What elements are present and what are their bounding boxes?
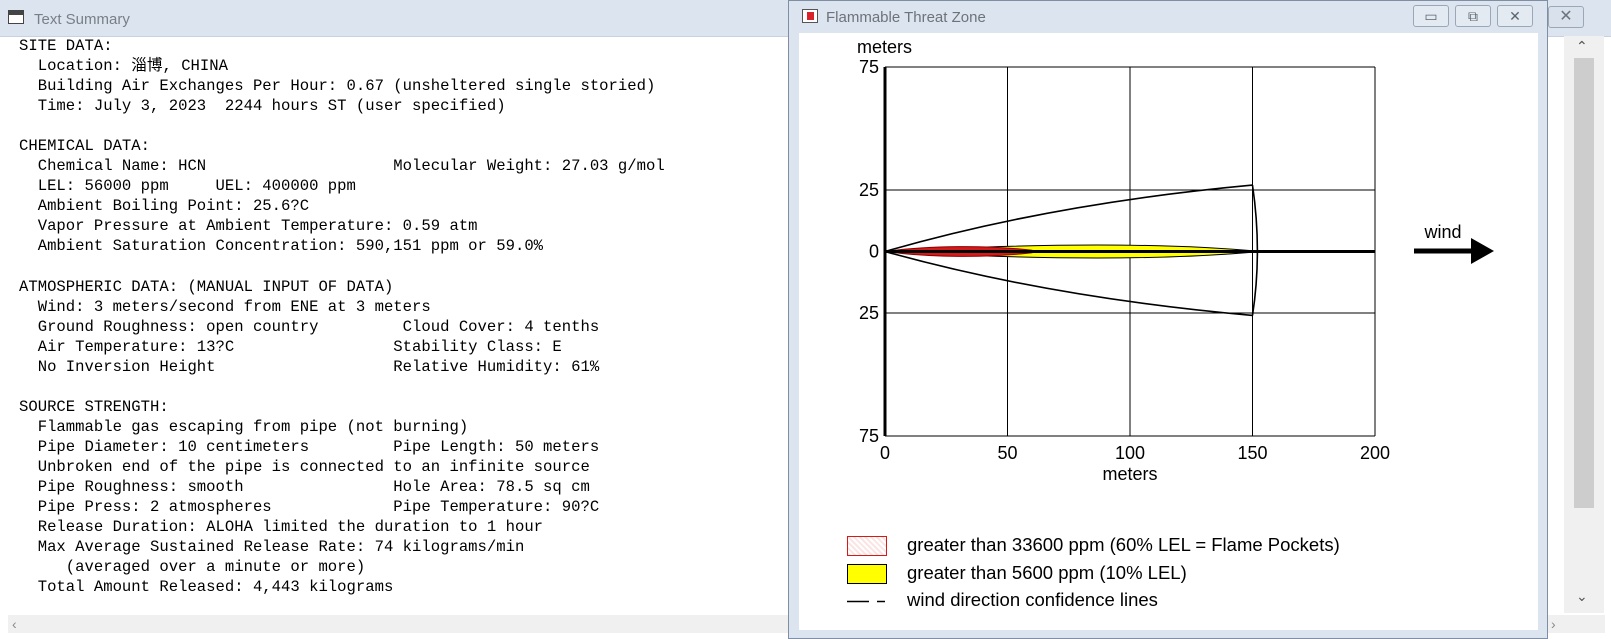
y-tick-label: 75 [859, 57, 879, 77]
summary-line: Chemical Name: HCN Molecular Weight: 27.… [19, 157, 665, 176]
scroll-right-icon[interactable]: › [1551, 615, 1556, 633]
summary-line: Location: 淄博, CHINA [19, 57, 228, 76]
maximize-button[interactable]: ⧉ [1455, 5, 1491, 27]
summary-line: LEL: 56000 ppm UEL: 400000 ppm [19, 177, 356, 196]
summary-line: (averaged over a minute or more) [19, 558, 366, 577]
summary-line: Total Amount Released: 4,443 kilograms [19, 578, 394, 597]
summary-line: Air Temperature: 13?C Stability Class: E [19, 337, 562, 356]
window-title: Flammable Threat Zone [826, 9, 986, 26]
summary-text: SITE DATA: Location: 淄博, CHINA Building … [19, 36, 665, 597]
summary-line: Flammable gas escaping from pipe (not bu… [19, 417, 469, 436]
x-tick-label: 150 [1237, 443, 1267, 463]
summary-line: Max Average Sustained Release Rate: 74 k… [19, 538, 525, 557]
threat-zone-titlebar[interactable]: Flammable Threat Zone ▭ ⧉ ✕ [789, 1, 1547, 33]
summary-line: Building Air Exchanges Per Hour: 0.67 (u… [19, 77, 656, 96]
scroll-thumb[interactable] [1574, 58, 1594, 508]
close-button[interactable]: ✕ [1497, 5, 1533, 27]
summary-line: CHEMICAL DATA: [19, 137, 151, 156]
x-tick-label: 100 [1115, 443, 1145, 463]
summary-line: Ambient Saturation Concentration: 590,15… [19, 237, 544, 256]
summary-line: Ambient Boiling Point: 25.6?C [19, 197, 310, 216]
summary-line: Pipe Press: 2 atmospheres Pipe Temperatu… [19, 498, 600, 517]
summary-line: Release Duration: ALOHA limited the dura… [19, 518, 544, 537]
flammable-threat-zone-window: Flammable Threat Zone ▭ ⧉ ✕ 0 50 100 150 200… [788, 0, 1548, 639]
legend-swatch-yellow [847, 564, 887, 584]
confidence-line-lower [884, 250, 1253, 317]
summary-line: No Inversion Height Relative Humidity: 6… [19, 357, 600, 376]
window-icon [8, 10, 24, 24]
x-tick-label: 0 [880, 443, 890, 463]
summary-line: Ground Roughness: open country Cloud Cov… [19, 317, 600, 336]
y-tick-label: 25 [859, 303, 879, 323]
scroll-left-icon[interactable]: ‹ [12, 615, 17, 633]
threat-zone-plot-area: 0 50 100 150 200 75 25 0 25 75 meters meters wind gr… [799, 33, 1538, 630]
y-tick-label: 75 [859, 426, 879, 446]
vertical-scrollbar[interactable]: ⌃ ⌄ [1564, 36, 1604, 613]
legend-swatch-red [847, 536, 887, 556]
summary-line: Time: July 3, 2023 2244 hours ST (user s… [19, 97, 506, 116]
legend-label: greater than 5600 ppm (10% LEL) [907, 562, 1187, 583]
x-tick-label: 200 [1360, 443, 1390, 463]
wind-label: wind [1423, 222, 1461, 242]
y-axis-title: meters [857, 37, 912, 57]
minimize-button[interactable]: ▭ [1413, 5, 1449, 27]
scroll-up-icon[interactable]: ⌃ [1576, 38, 1588, 55]
summary-line: Vapor Pressure at Ambient Temperature: 0… [19, 217, 478, 236]
close-button[interactable]: ✕ [1548, 6, 1584, 28]
confidence-line-upper [884, 184, 1253, 253]
legend-swatch-dash [847, 600, 885, 603]
wind-arrow-icon [1471, 238, 1494, 264]
summary-line: SOURCE STRENGTH: [19, 397, 169, 416]
y-tick-label: 0 [869, 242, 879, 262]
legend-label: greater than 33600 ppm (60% LEL = Flame … [907, 534, 1340, 555]
horizontal-scrollbar-right[interactable]: › [1545, 615, 1605, 633]
summary-line: Pipe Roughness: smooth Hole Area: 78.5 s… [19, 478, 590, 497]
summary-line: Wind: 3 meters/second from ENE at 3 mete… [19, 297, 431, 316]
summary-line: SITE DATA: [19, 37, 113, 55]
x-tick-label: 50 [997, 443, 1017, 463]
x-axis-title: meters [1102, 464, 1157, 484]
y-tick-label: 25 [859, 180, 879, 200]
scroll-down-icon[interactable]: ⌄ [1576, 588, 1588, 605]
legend-label: wind direction confidence lines [907, 589, 1158, 610]
summary-line: Pipe Diameter: 10 centimeters Pipe Lengt… [19, 437, 600, 456]
summary-line: Unbroken end of the pipe is connected to… [19, 457, 590, 476]
horizontal-scrollbar[interactable]: ‹ [8, 615, 790, 633]
window-icon [802, 9, 818, 23]
window-title: Text Summary [34, 11, 130, 28]
summary-line: ATMOSPHERIC DATA: (MANUAL INPUT OF DATA) [19, 277, 394, 296]
